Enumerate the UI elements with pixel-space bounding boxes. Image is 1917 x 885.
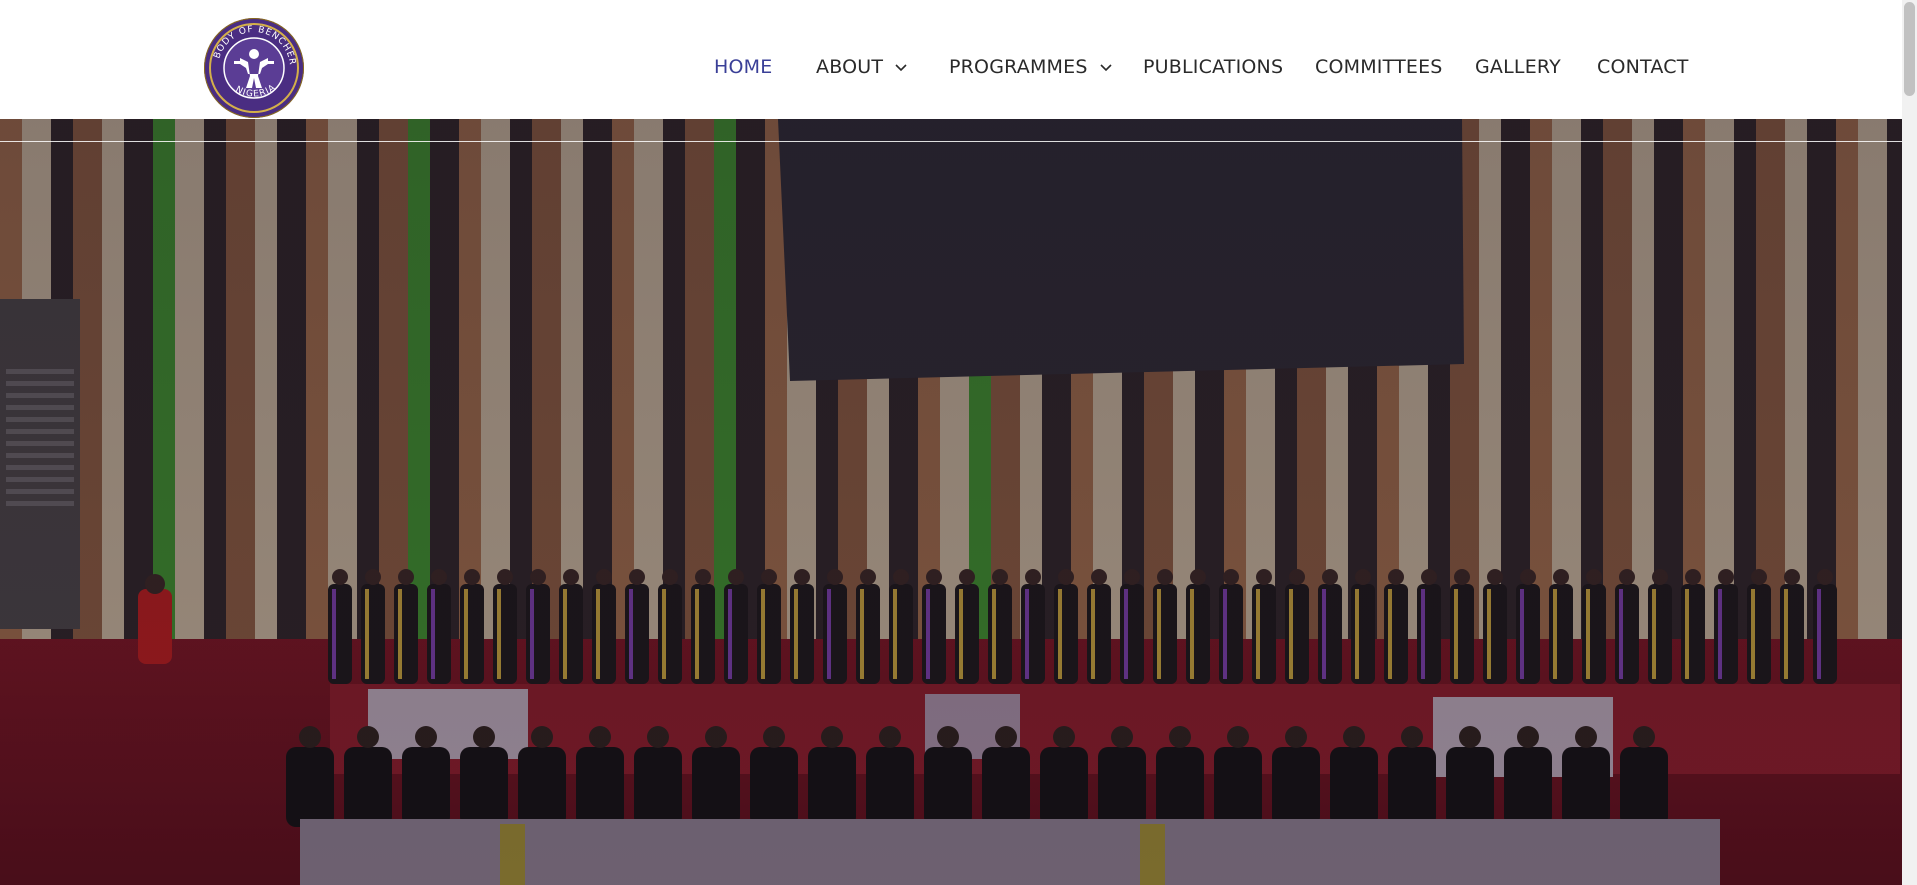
chevron-down-icon [1100, 64, 1112, 72]
hero-banner [0, 119, 1902, 885]
chevron-down-icon [895, 64, 907, 72]
nav-label: CONTACT [1597, 56, 1689, 78]
nav-label: HOME [714, 56, 773, 78]
scrollbar-thumb[interactable] [1904, 2, 1915, 96]
nav-item-contact[interactable]: CONTACT [1597, 56, 1689, 78]
nav-item-about[interactable]: ABOUT [816, 56, 909, 78]
nav-label: PROGRAMMES [949, 56, 1088, 78]
nav-item-programmes[interactable]: PROGRAMMES [949, 56, 1114, 78]
nav-label: ABOUT [816, 56, 884, 78]
main-nav: HOME ABOUT PROGRAMMES PUBLICATIONS COMMI… [0, 0, 1902, 119]
hero-divider-line [0, 141, 1902, 142]
nav-item-gallery[interactable]: GALLERY [1475, 56, 1561, 78]
site-header: BODY OF BENCHERS NIGERIA HOME ABOUT PROG… [0, 0, 1902, 119]
nav-item-home[interactable]: HOME [714, 56, 772, 78]
nav-label: GALLERY [1475, 56, 1561, 78]
nav-item-publications[interactable]: PUBLICATIONS [1143, 56, 1283, 78]
nav-label: PUBLICATIONS [1143, 56, 1284, 78]
nav-label: COMMITTEES [1315, 56, 1443, 78]
nav-item-committees[interactable]: COMMITTEES [1315, 56, 1443, 78]
ceremony-hall-photo [0, 119, 1902, 885]
page-scrollbar[interactable] [1902, 0, 1917, 885]
